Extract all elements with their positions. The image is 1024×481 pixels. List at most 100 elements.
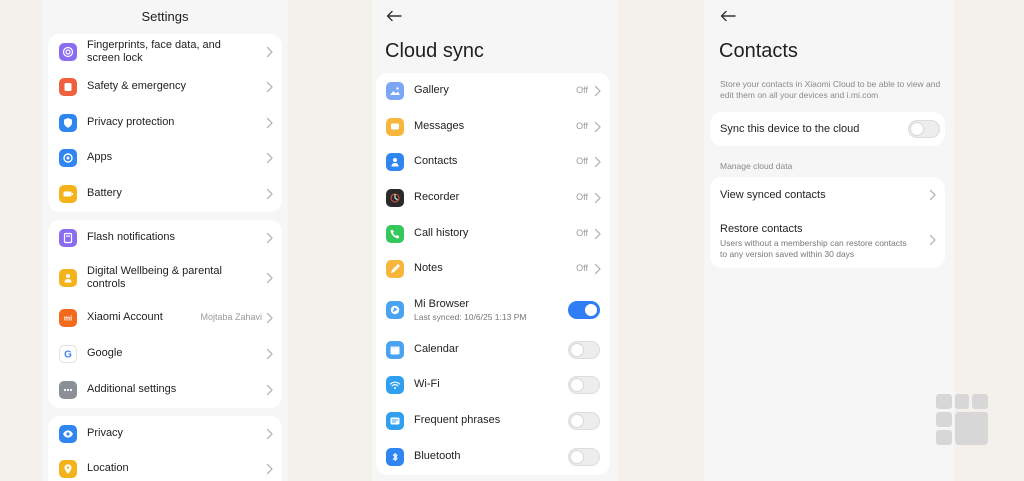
settings-item-additional-settings[interactable]: Additional settings — [48, 372, 282, 408]
cloud-sync-item-label: Calendar — [414, 342, 459, 355]
toggle-knob — [571, 343, 583, 356]
sync-device-toggle[interactable] — [908, 120, 940, 138]
chevron-right-icon — [265, 152, 274, 164]
view-synced-contacts-row[interactable]: View synced contacts — [710, 177, 945, 213]
settings-item-label: Location — [87, 462, 129, 474]
cloud-sync-item-call-history[interactable]: Call history Off — [376, 216, 610, 251]
browser-icon — [386, 300, 404, 319]
restore-contacts-row[interactable]: Restore contacts Users without a members… — [710, 213, 945, 268]
settings-item-label: Privacy protection — [87, 116, 175, 128]
sync-toggle-mi-browser[interactable] — [568, 300, 600, 319]
chevron-right-icon — [265, 81, 274, 93]
settings-item-digital-wellbeing-parental-controls[interactable]: Digital Wellbeing & parental controls — [48, 256, 282, 299]
toggle-knob — [585, 303, 597, 316]
settings-item-privacy[interactable]: Privacy — [48, 416, 282, 452]
sync-toggle-calendar[interactable] — [568, 340, 600, 359]
cloud-sync-item-label: Bluetooth — [414, 450, 461, 462]
settings-item-label: Safety & emergency — [87, 80, 187, 92]
settings-item-battery[interactable]: Battery — [48, 176, 282, 212]
chevron-right-icon — [928, 189, 937, 201]
eye-icon — [59, 425, 77, 443]
page-title: Contacts — [719, 40, 798, 62]
settings-item-label: Apps — [87, 151, 113, 163]
settings-item-apps[interactable]: Apps — [48, 140, 282, 176]
battery-icon — [59, 185, 77, 203]
settings-item-label: Flash notifications — [87, 231, 176, 243]
chevron-right-icon — [265, 348, 274, 360]
manage-cloud-card: View synced contacts Restore contacts Us… — [710, 177, 945, 268]
sync-status-value: Off — [576, 85, 588, 95]
cloud-sync-item-label: Notes — [414, 262, 443, 274]
toggle-knob — [911, 123, 923, 135]
phone-icon — [386, 224, 404, 243]
settings-item-flash-notifications[interactable]: Flash notifications — [48, 220, 282, 256]
chevron-right-icon — [593, 192, 602, 204]
cloud-sync-item-messages[interactable]: Messages Off — [376, 109, 610, 144]
back-arrow-icon[interactable] — [720, 10, 736, 22]
watermark-logo-icon — [934, 392, 990, 448]
toggle-knob — [571, 451, 583, 463]
sync-status-value: Off — [576, 263, 588, 273]
settings-group-1: Fingerprints, face data, and screen lock… — [48, 34, 282, 212]
back-arrow-icon[interactable] — [386, 10, 402, 22]
sync-device-card: Sync this device to the cloud — [710, 112, 945, 146]
last-synced-text: Last synced: 10/6/25 1:13 PM — [414, 311, 527, 322]
recorder-icon — [386, 189, 404, 207]
sync-toggle-wi-fi[interactable] — [568, 376, 600, 394]
cloud-sync-item-label: Recorder — [414, 191, 460, 203]
chevron-right-icon — [265, 46, 274, 58]
cloud-sync-item-label: Messages — [414, 119, 465, 132]
cloud-sync-item-wi-fi[interactable]: Wi-Fi — [376, 367, 610, 403]
cloud-sync-item-mi-browser[interactable]: Mi Browser Last synced: 10/6/25 1:13 PM — [376, 287, 610, 332]
settings-item-fingerprints-face-data-and-screen-lock[interactable]: Fingerprints, face data, and screen lock — [48, 34, 282, 70]
chevron-right-icon — [265, 428, 274, 440]
cloud-sync-item-notes[interactable]: Notes Off — [376, 251, 610, 287]
cloud-sync-screen: Cloud sync Gallery Off Messages Off Contacts… — [372, 0, 618, 481]
contacts-description: Store your contacts in Xiaomi Cloud to b… — [720, 79, 941, 100]
cloud-sync-item-label: Mi Browser — [414, 297, 470, 310]
cloud-sync-item-frequent-phrases[interactable]: Frequent phrases — [376, 403, 610, 439]
fingerprint-icon — [59, 43, 77, 61]
cloud-sync-item-recorder[interactable]: Recorder Off — [376, 180, 610, 216]
settings-item-google[interactable]: G Google — [48, 336, 282, 372]
cloud-sync-item-label: Call history — [414, 226, 469, 239]
chevron-right-icon — [593, 121, 602, 133]
messages-icon — [386, 117, 404, 136]
sync-toggle-frequent-phrases[interactable] — [568, 412, 600, 430]
view-synced-label: View synced contacts — [720, 189, 826, 201]
apps-icon — [59, 149, 77, 167]
settings-item-location[interactable]: Location — [48, 451, 282, 481]
settings-item-xiaomi-account[interactable]: mi Xiaomi Account Mojtaba Zahavi — [48, 299, 282, 336]
cloud-sync-item-calendar[interactable]: Calendar — [376, 332, 610, 367]
settings-group-2: Flash notifications Digital Wellbeing & p… — [48, 220, 282, 408]
chevron-right-icon — [265, 312, 274, 324]
notes-icon — [386, 260, 404, 278]
settings-item-label: Google — [87, 347, 123, 359]
settings-group-3: Privacy Location — [48, 416, 282, 481]
shield-icon — [59, 114, 77, 132]
sync-device-label: Sync this device to the cloud — [720, 123, 860, 135]
settings-item-privacy-protection[interactable]: Privacy protection — [48, 105, 282, 141]
sync-status-value: Off — [576, 120, 588, 131]
cloud-sync-item-label: Contacts — [414, 155, 458, 167]
calendar-icon — [386, 340, 404, 359]
sync-toggle-bluetooth[interactable] — [568, 448, 600, 466]
chevron-right-icon — [593, 263, 602, 275]
settings-item-label: Privacy — [87, 427, 124, 439]
chevron-right-icon — [265, 463, 274, 475]
cloud-sync-item-gallery[interactable]: Gallery Off — [376, 73, 610, 109]
cloud-sync-item-contacts[interactable]: Contacts Off — [376, 144, 610, 180]
settings-item-safety-emergency[interactable]: Safety & emergency — [48, 69, 282, 105]
settings-item-value: Mojtaba Zahavi — [200, 311, 262, 322]
contacts-screen: Contacts Store your contacts in Xiaomi C… — [704, 0, 954, 481]
gallery-icon — [386, 82, 404, 100]
settings-item-label: Battery — [87, 187, 122, 199]
chevron-right-icon — [265, 384, 274, 396]
toggle-knob — [571, 379, 583, 391]
cloud-sync-item-bluetooth[interactable]: Bluetooth — [376, 439, 610, 475]
phrases-icon — [386, 412, 404, 430]
chevron-right-icon — [593, 156, 602, 168]
svg-text:G: G — [64, 350, 72, 361]
sync-status-value: Off — [576, 192, 588, 202]
cloud-sync-item-label: Frequent phrases — [414, 414, 501, 426]
